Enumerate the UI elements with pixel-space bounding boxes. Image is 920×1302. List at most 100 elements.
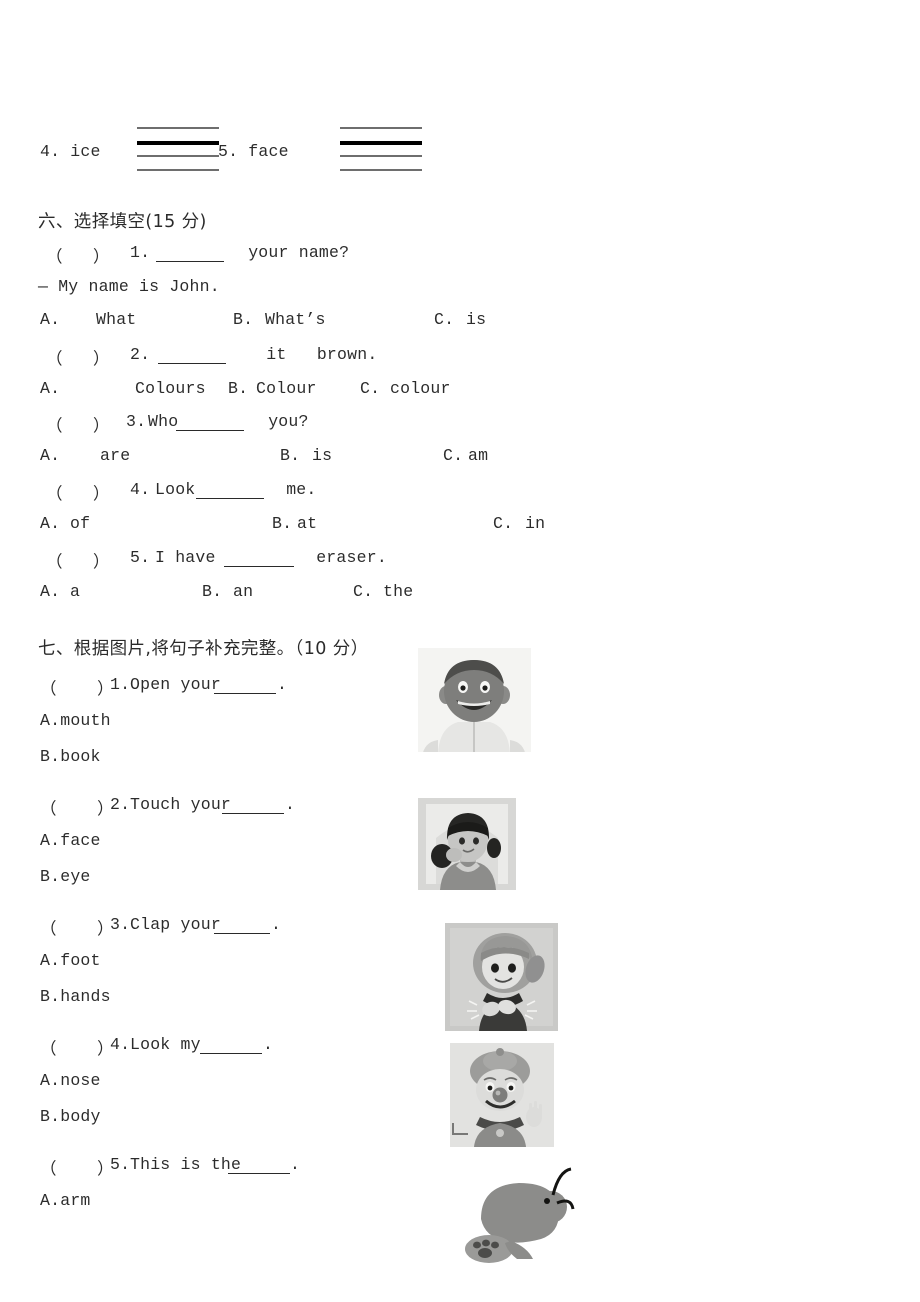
- section-seven-question-4-option-b[interactable]: B.body: [40, 1107, 101, 1126]
- section-six-question-3-option-c-key[interactable]: C.: [443, 446, 463, 465]
- section-six-question-1-option-a-text[interactable]: What: [96, 310, 136, 329]
- section-six-question-3-bracket[interactable]: （ ）: [46, 412, 110, 436]
- section-six-question-2-option-c-text[interactable]: colour: [390, 379, 451, 398]
- section-six-question-4-blank[interactable]: [196, 480, 264, 499]
- section-seven-question-3-number: 3.: [110, 915, 131, 934]
- section-six-question-3-option-a-key[interactable]: A.: [40, 446, 60, 465]
- section-seven-question-5-blank[interactable]: [228, 1155, 290, 1174]
- section-seven-question-3-option-b-key: B.: [40, 987, 61, 1006]
- four-line-guide-4: [137, 127, 219, 173]
- section-six-heading: 六、选择填空(15 分): [38, 212, 207, 232]
- section-six-question-1-extra-line: — My name is John.: [38, 277, 220, 296]
- section-six-question-2-option-a-text[interactable]: Colours: [135, 379, 206, 398]
- section-six-question-5-stem-after: eraser.: [296, 548, 387, 567]
- writing-item-label-4: 4. ice: [40, 142, 101, 161]
- section-seven-question-5-option-a-key: A.: [40, 1191, 61, 1210]
- section-seven-question-4-stem-before: Look my: [130, 1035, 211, 1054]
- section-six-question-5-option-b-text[interactable]: an: [233, 582, 253, 601]
- section-six-question-5-option-a-text[interactable]: a: [70, 582, 80, 601]
- section-seven-question-3-option-b[interactable]: B.hands: [40, 987, 111, 1006]
- section-seven-question-4-blank[interactable]: [200, 1035, 262, 1054]
- section-seven-question-4-stem-after: .: [263, 1035, 274, 1054]
- section-six-question-2-bracket[interactable]: （ ）: [46, 345, 110, 369]
- girl-touching-face-picture: [418, 798, 516, 890]
- section-seven-question-1-blank[interactable]: [214, 675, 276, 694]
- section-six-question-1-blank[interactable]: [156, 243, 224, 262]
- section-seven-question-4-option-a-key: A.: [40, 1071, 61, 1090]
- section-six-question-1-option-c-text[interactable]: is: [466, 310, 486, 329]
- section-seven-question-3-bracket[interactable]: （ ）: [40, 915, 114, 939]
- section-seven-question-5-bracket[interactable]: （ ）: [40, 1155, 114, 1179]
- section-six-question-4-option-c-key[interactable]: C.: [493, 514, 513, 533]
- section-six-question-4-number: 4.: [130, 480, 151, 499]
- section-seven-question-2-option-a[interactable]: A.face: [40, 831, 101, 850]
- section-seven-question-4-option-a[interactable]: A.nose: [40, 1071, 101, 1090]
- section-seven-question-5-stem-before: This is the: [130, 1155, 242, 1174]
- section-seven-question-2-option-b[interactable]: B.eye: [40, 867, 91, 886]
- section-six-question-2-option-c-key[interactable]: C.: [360, 379, 380, 398]
- section-six-question-4-option-b-key[interactable]: B.: [272, 514, 292, 533]
- section-six-question-2-blank[interactable]: [158, 345, 226, 364]
- four-line-guide-5: [340, 127, 422, 173]
- section-six-question-3-stem-after: you?: [248, 412, 309, 431]
- section-six-question-1-option-a-key[interactable]: A.: [40, 310, 60, 329]
- section-seven-question-2-blank[interactable]: [222, 795, 284, 814]
- section-six-question-5-option-c-key[interactable]: C.: [353, 582, 373, 601]
- section-six-question-3-number: 3.: [126, 412, 147, 431]
- section-six-question-5-option-c-text[interactable]: the: [383, 582, 413, 601]
- section-seven-question-1-option-a-text: mouth: [60, 711, 111, 730]
- section-six-question-3-option-b-text[interactable]: is: [312, 446, 332, 465]
- section-six-question-4-option-c-text[interactable]: in: [525, 514, 545, 533]
- girl-clapping-hands-picture: [445, 923, 558, 1031]
- section-six-question-5-bracket[interactable]: （ ）: [46, 548, 110, 572]
- section-six-question-1-option-b-key[interactable]: B.: [233, 310, 253, 329]
- section-six-question-1-option-c-key[interactable]: C.: [434, 310, 454, 329]
- section-six-question-3-option-a-text[interactable]: are: [100, 446, 130, 465]
- section-six-question-3-option-c-text[interactable]: am: [468, 446, 488, 465]
- section-seven-question-1-option-b-text: book: [60, 747, 101, 766]
- writing-item-label-5: 5. face: [218, 142, 289, 161]
- section-seven-question-3-blank[interactable]: [214, 915, 270, 934]
- section-seven-question-5-option-a-text: arm: [60, 1191, 91, 1210]
- section-seven-question-3-option-a[interactable]: A.foot: [40, 951, 101, 970]
- section-six-question-5-option-a-key[interactable]: A.: [40, 582, 60, 601]
- section-seven-question-1-option-b[interactable]: B.book: [40, 747, 101, 766]
- section-seven-question-5-option-a[interactable]: A.arm: [40, 1191, 91, 1210]
- section-six-question-3-option-b-key[interactable]: B.: [280, 446, 300, 465]
- section-six-question-5-blank[interactable]: [224, 548, 294, 567]
- section-seven-question-2-option-b-text: eye: [60, 867, 91, 886]
- section-seven-question-4-bracket[interactable]: （ ）: [40, 1035, 114, 1059]
- section-six-question-4-option-b-text[interactable]: at: [297, 514, 317, 533]
- section-seven-question-4-option-a-text: nose: [60, 1071, 101, 1090]
- section-seven-question-2-option-a-key: A.: [40, 831, 61, 850]
- section-six-question-4-option-a-text[interactable]: of: [70, 514, 90, 533]
- section-six-question-5-stem-before: I have: [155, 548, 226, 567]
- section-seven-question-1-number: 1.: [110, 675, 131, 694]
- section-six-question-4-bracket[interactable]: （ ）: [46, 480, 110, 504]
- section-six-question-5-number: 5.: [130, 548, 151, 567]
- section-seven-heading: 七、根据图片,将句子补充完整。（10 分）: [38, 639, 369, 659]
- section-six-question-4-option-a-key[interactable]: A.: [40, 514, 60, 533]
- section-six-question-5-option-b-key[interactable]: B.: [202, 582, 222, 601]
- section-seven-question-3-option-b-text: hands: [60, 987, 111, 1006]
- section-seven-question-2-option-b-key: B.: [40, 867, 61, 886]
- section-seven-question-2-option-a-text: face: [60, 831, 101, 850]
- section-six-question-2-stem-after: it brown.: [236, 345, 378, 364]
- section-six-question-1-number: 1.: [130, 243, 151, 262]
- section-six-question-3-blank[interactable]: [176, 412, 244, 431]
- section-seven-question-1-option-a[interactable]: A.mouth: [40, 711, 111, 730]
- section-seven-question-4-option-b-key: B.: [40, 1107, 61, 1126]
- section-six-question-1-option-b-text[interactable]: What’s: [265, 310, 326, 329]
- section-seven-question-3-stem-after: .: [271, 915, 282, 934]
- section-six-question-2-option-a-key[interactable]: A.: [40, 379, 60, 398]
- section-seven-question-5-number: 5.: [110, 1155, 131, 1174]
- section-six-question-1-bracket[interactable]: （ ）: [46, 243, 110, 267]
- section-six-question-2-option-b-text[interactable]: Colour: [256, 379, 317, 398]
- section-six-question-2-option-b-key[interactable]: B.: [228, 379, 248, 398]
- exam-paper-page: 4. ice 5. face 六、选择填空(15 分) （ ） 1. your …: [0, 0, 920, 1302]
- section-seven-question-1-bracket[interactable]: （ ）: [40, 675, 114, 699]
- section-seven-question-1-stem-after: .: [277, 675, 288, 694]
- section-seven-question-2-bracket[interactable]: （ ）: [40, 795, 114, 819]
- section-seven-question-4-option-b-text: body: [60, 1107, 101, 1126]
- section-seven-question-3-option-a-text: foot: [60, 951, 101, 970]
